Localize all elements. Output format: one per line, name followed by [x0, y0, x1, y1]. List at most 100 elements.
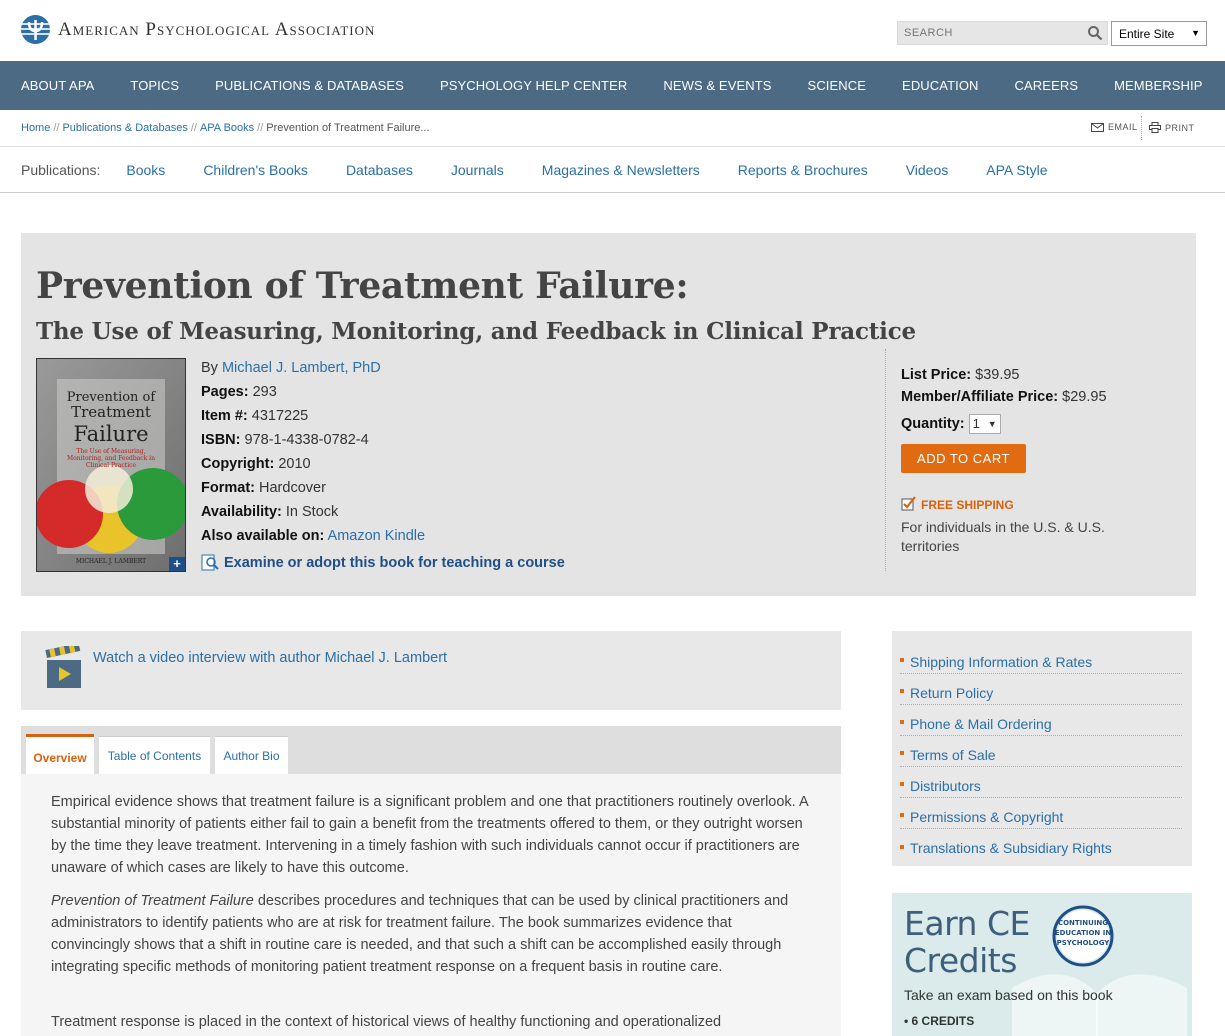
pub-link-magazines[interactable]: Magazines & Newsletters: [542, 162, 700, 178]
sidebar-link-permissions[interactable]: Permissions & Copyright: [910, 809, 1063, 825]
expand-cover-icon[interactable]: +: [169, 557, 185, 571]
list-price-label: List Price:: [901, 367, 972, 383]
pub-link-childrens-books[interactable]: Children's Books: [203, 162, 308, 178]
copyright-row: Copyright: 2010: [201, 454, 425, 478]
pub-link-journals[interactable]: Journals: [451, 162, 504, 178]
tab-table-of-contents[interactable]: Table of Contents: [99, 736, 210, 774]
availability-value: In Stock: [285, 504, 339, 520]
sidebar-link-distributors[interactable]: Distributors: [910, 778, 981, 794]
ce-title-line2: Credits: [904, 941, 1017, 980]
tabs-bar: Overview Table of Contents Author Bio: [21, 726, 841, 774]
apa-logo[interactable]: American Psychological Association: [21, 15, 375, 44]
pub-link-apa-style[interactable]: APA Style: [986, 162, 1047, 178]
psi-logo-icon: [21, 15, 50, 44]
main-nav: ABOUT APA TOPICS PUBLICATIONS & DATABASE…: [0, 61, 1225, 110]
book-cover-image[interactable]: Prevention of Treatment Failure The Use …: [36, 358, 186, 572]
pub-link-videos[interactable]: Videos: [906, 162, 949, 178]
format-label: Format:: [201, 480, 255, 496]
tab-overview[interactable]: Overview: [26, 734, 94, 774]
format-row: Format: Hardcover: [201, 478, 425, 502]
ce-credits-count: • 6 CREDITS: [904, 1014, 975, 1028]
bullet-icon: [900, 813, 904, 817]
member-price-value: $29.95: [1062, 389, 1107, 405]
breadcrumb-current: Prevention of Treatment Failure...: [266, 122, 430, 134]
cover-sub-line3: Clinical Practice: [86, 462, 137, 469]
shipping-note: For individuals in the U.S. & U.S. terri…: [901, 519, 1105, 554]
nav-psychology-help-center[interactable]: PSYCHOLOGY HELP CENTER: [440, 78, 627, 93]
nav-publications-databases[interactable]: PUBLICATIONS & DATABASES: [215, 78, 404, 93]
overview-paragraph-3: Treatment response is placed in the cont…: [51, 1014, 722, 1030]
nav-education[interactable]: EDUCATION: [902, 78, 979, 93]
video-interview-box: Watch a video interview with author Mich…: [21, 631, 841, 710]
sidebar-item: Translations & Subsidiary Rights: [900, 829, 1182, 860]
ce-badge-line2: EDUCATION IN: [1055, 929, 1112, 937]
quantity-value: 1: [972, 416, 980, 432]
cover-title-line3: Failure: [73, 422, 148, 446]
sidebar-link-return-policy[interactable]: Return Policy: [910, 685, 993, 701]
sidebar-item: Distributors: [900, 767, 1182, 798]
book-header: Prevention of Treatment Failure: The Use…: [21, 233, 1196, 596]
nav-membership[interactable]: MEMBERSHIP: [1114, 78, 1202, 93]
utility-divider: [1141, 116, 1142, 140]
nav-topics[interactable]: TOPICS: [130, 78, 179, 93]
overview-paragraph-2: Prevention of Treatment Failure describe…: [51, 890, 811, 978]
video-interview-link[interactable]: Watch a video interview with author Mich…: [93, 650, 447, 666]
kindle-link[interactable]: Amazon Kindle: [328, 528, 426, 544]
examine-link-text[interactable]: Examine or adopt this book for teaching …: [224, 555, 565, 571]
sidebar-link-shipping[interactable]: Shipping Information & Rates: [910, 654, 1092, 670]
search-scope-select[interactable]: Entire Site ▼: [1111, 21, 1207, 46]
pub-link-reports[interactable]: Reports & Brochures: [738, 162, 868, 178]
sidebar-link-translations[interactable]: Translations & Subsidiary Rights: [910, 840, 1112, 856]
pub-link-databases[interactable]: Databases: [346, 162, 413, 178]
copyright-label: Copyright:: [201, 456, 275, 472]
logo-text: American Psychological Association: [58, 18, 376, 40]
list-price-row: List Price: $39.95: [901, 365, 1107, 387]
email-label: EMAIL: [1108, 122, 1138, 132]
book-subtitle: The Use of Measuring, Monitoring, and Fe…: [36, 318, 916, 345]
breadcrumb-apa-books[interactable]: APA Books: [200, 122, 254, 134]
nav-careers[interactable]: CAREERS: [1015, 78, 1079, 93]
cover-title-line2: Treatment: [71, 403, 151, 421]
cover-sub-line1: The Use of Measuring,: [76, 448, 145, 455]
sidebar-item: Permissions & Copyright: [900, 798, 1182, 829]
search-icon[interactable]: [1087, 25, 1103, 41]
add-to-cart-button[interactable]: ADD TO CART: [901, 444, 1026, 473]
price-divider: [885, 349, 886, 571]
print-link[interactable]: PRINT: [1149, 122, 1195, 133]
caret-down-icon: ▼: [1191, 28, 1200, 38]
nav-news-events[interactable]: NEWS & EVENTS: [663, 78, 771, 93]
search-box: [897, 21, 1108, 45]
nav-science[interactable]: SCIENCE: [808, 78, 867, 93]
nav-about-apa[interactable]: ABOUT APA: [21, 78, 94, 93]
search-input[interactable]: [898, 22, 1078, 44]
printer-icon: [1149, 122, 1161, 133]
scope-selected-value: Entire Site: [1119, 27, 1175, 41]
breadcrumb: Home//Publications & Databases//APA Book…: [21, 122, 430, 134]
bullet-icon: [900, 751, 904, 755]
author-link[interactable]: Michael J. Lambert, PhD: [222, 360, 381, 376]
breadcrumb-publications[interactable]: Publications & Databases: [62, 122, 187, 134]
isbn-label: ISBN:: [201, 432, 241, 448]
isbn-value: 978-1-4338-0782-4: [244, 432, 369, 448]
sidebar-links: Shipping Information & Rates Return Poli…: [892, 631, 1192, 866]
ce-credits-promo[interactable]: Earn CE Credits CONTINUING EDUCATION IN P…: [892, 893, 1192, 1036]
caret-down-icon: ▼: [987, 419, 997, 430]
book-details: By Michael J. Lambert, PhD Pages: 293 It…: [201, 358, 425, 550]
sidebar-item: Return Policy: [900, 674, 1182, 705]
isbn-row: ISBN: 978-1-4338-0782-4: [201, 430, 425, 454]
item-value: 4317225: [251, 408, 309, 424]
pub-link-books[interactable]: Books: [126, 162, 165, 178]
breadcrumb-home[interactable]: Home: [21, 122, 50, 134]
sidebar-link-phone-mail[interactable]: Phone & Mail Ordering: [910, 716, 1052, 732]
sidebar-link-terms[interactable]: Terms of Sale: [910, 747, 996, 763]
quantity-select[interactable]: 1 ▼: [968, 414, 1001, 435]
member-price-label: Member/Affiliate Price:: [901, 389, 1059, 405]
examine-copy-link[interactable]: Examine or adopt this book for teaching …: [201, 554, 565, 572]
quantity-label: Quantity:: [901, 416, 965, 432]
tab-author-bio[interactable]: Author Bio: [215, 736, 288, 774]
email-link[interactable]: EMAIL: [1091, 122, 1138, 132]
ce-title: Earn CE Credits: [904, 905, 1030, 979]
bullet-icon: [900, 844, 904, 849]
breadcrumb-row: Home//Publications & Databases//APA Book…: [0, 110, 1225, 147]
cover-sub-line2: Monitoring, and Feedback in: [67, 455, 155, 462]
